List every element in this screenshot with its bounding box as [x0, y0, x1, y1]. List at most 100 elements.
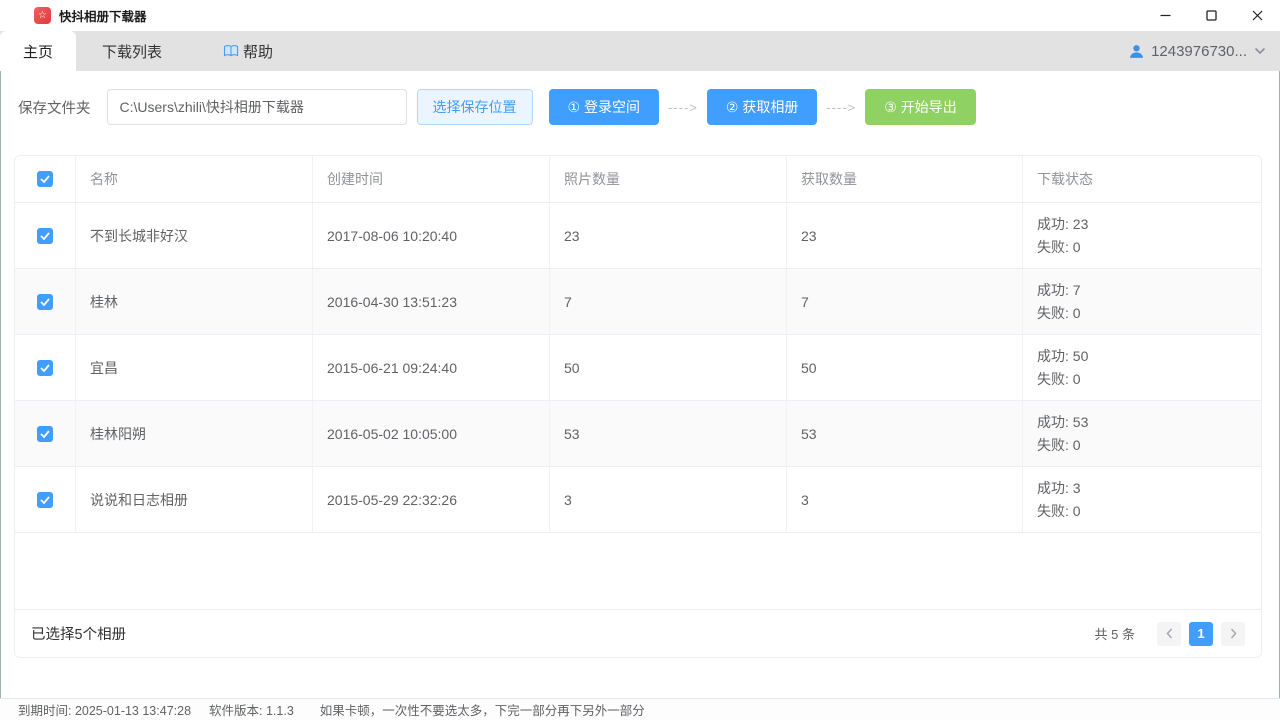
- tab-download-list-label: 下载列表: [102, 41, 162, 62]
- status-fail-text: 失败: 0: [1037, 435, 1081, 455]
- user-id-text: 1243976730...: [1151, 43, 1247, 60]
- table-empty-area: [15, 533, 1261, 609]
- book-icon: [223, 44, 239, 58]
- chevron-down-icon: [1254, 47, 1266, 55]
- status-success-text: 成功: 7: [1037, 280, 1081, 300]
- table-row: 桂林阳朔 2016-05-02 10:05:00 53 53 成功: 53 失败…: [15, 401, 1261, 467]
- table-row: 说说和日志相册 2015-05-29 22:32:26 3 3 成功: 3 失败…: [15, 467, 1261, 533]
- download-status-cell: 成功: 53 失败: 0: [1023, 401, 1261, 466]
- row-checkbox-cell: [15, 269, 76, 334]
- created-time-cell: 2016-04-30 13:51:23: [313, 269, 550, 334]
- user-account-dropdown[interactable]: 1243976730...: [1129, 31, 1266, 71]
- login-space-button[interactable]: ① 登录空间: [549, 89, 659, 125]
- pagination: 共 5 条 1: [1095, 622, 1245, 646]
- table-row: 不到长城非好汉 2017-08-06 10:20:40 23 23 成功: 23…: [15, 203, 1261, 269]
- tab-home-label: 主页: [23, 41, 53, 62]
- status-bar: 到期时间: 2025-01-13 13:47:28 软件版本: 1.1.3 如果…: [0, 698, 1280, 720]
- column-header-name: 名称: [76, 156, 313, 202]
- fetched-count-cell: 50: [787, 335, 1023, 400]
- row-checkbox[interactable]: [37, 492, 53, 508]
- minimize-icon: [1160, 10, 1171, 21]
- created-time-cell: 2017-08-06 10:20:40: [313, 203, 550, 268]
- window-title: 快抖相册下载器: [59, 6, 147, 25]
- check-icon: [40, 430, 50, 438]
- select-all-cell: [15, 156, 76, 202]
- maximize-button[interactable]: [1188, 0, 1234, 31]
- photo-count-cell: 3: [550, 467, 787, 532]
- status-success-text: 成功: 53: [1037, 412, 1088, 432]
- chevron-right-icon: [1230, 628, 1237, 639]
- row-checkbox[interactable]: [37, 294, 53, 310]
- table-row: 宜昌 2015-06-21 09:24:40 50 50 成功: 50 失败: …: [15, 335, 1261, 401]
- tab-download-list[interactable]: 下载列表: [76, 31, 188, 71]
- created-time-cell: 2016-05-02 10:05:00: [313, 401, 550, 466]
- check-icon: [40, 298, 50, 306]
- album-name-cell: 桂林: [76, 269, 313, 334]
- row-checkbox[interactable]: [37, 360, 53, 376]
- toolbar: 保存文件夹 选择保存位置 ① 登录空间 ----> ② 获取相册 ----> ③…: [18, 89, 1262, 125]
- tab-home[interactable]: 主页: [0, 31, 76, 71]
- status-success-text: 成功: 23: [1037, 214, 1088, 234]
- row-checkbox[interactable]: [37, 228, 53, 244]
- window-controls: [1142, 0, 1280, 31]
- start-export-button[interactable]: ③ 开始导出: [865, 89, 975, 125]
- row-checkbox-cell: [15, 467, 76, 532]
- album-name-cell: 宜昌: [76, 335, 313, 400]
- photo-count-cell: 50: [550, 335, 787, 400]
- version-text: 软件版本: 1.1.3: [209, 700, 294, 719]
- save-folder-label: 保存文件夹: [18, 97, 91, 118]
- row-checkbox[interactable]: [37, 426, 53, 442]
- app-icon: ☆: [34, 7, 51, 24]
- download-status-cell: 成功: 23 失败: 0: [1023, 203, 1261, 268]
- tab-help-label: 帮助: [243, 41, 273, 62]
- chevron-left-icon: [1166, 628, 1173, 639]
- column-header-status: 下载状态: [1023, 156, 1261, 202]
- fetched-count-cell: 3: [787, 467, 1023, 532]
- selection-count-text: 已选择5个相册: [31, 623, 126, 644]
- table-header-row: 名称 创建时间 照片数量 获取数量 下载状态: [15, 156, 1261, 203]
- column-header-fetched: 获取数量: [787, 156, 1023, 202]
- album-name-cell: 不到长城非好汉: [76, 203, 313, 268]
- tab-help[interactable]: 帮助: [188, 31, 308, 71]
- status-fail-text: 失败: 0: [1037, 369, 1081, 389]
- status-fail-text: 失败: 0: [1037, 237, 1081, 257]
- close-button[interactable]: [1234, 0, 1280, 31]
- maximize-icon: [1206, 10, 1217, 21]
- close-icon: [1252, 10, 1263, 21]
- save-folder-input[interactable]: [107, 89, 407, 125]
- fetched-count-cell: 23: [787, 203, 1023, 268]
- created-time-cell: 2015-06-21 09:24:40: [313, 335, 550, 400]
- check-icon: [40, 496, 50, 504]
- status-fail-text: 失败: 0: [1037, 303, 1081, 323]
- photo-count-cell: 23: [550, 203, 787, 268]
- tab-bar: 主页 下载列表 帮助 1243976730...: [0, 31, 1280, 71]
- fetched-count-cell: 7: [787, 269, 1023, 334]
- total-count-text: 共 5 条: [1095, 624, 1135, 643]
- choose-save-location-button[interactable]: 选择保存位置: [417, 89, 533, 125]
- select-all-checkbox[interactable]: [37, 171, 53, 187]
- user-icon: [1129, 44, 1144, 59]
- status-fail-text: 失败: 0: [1037, 501, 1081, 521]
- check-icon: [40, 175, 50, 183]
- hint-text: 如果卡顿，一次性不要选太多，下完一部分再下另外一部分: [320, 700, 645, 719]
- photo-count-cell: 7: [550, 269, 787, 334]
- flow-arrow-1: ---->: [668, 100, 698, 115]
- column-header-photos: 照片数量: [550, 156, 787, 202]
- photo-count-cell: 53: [550, 401, 787, 466]
- albums-table-card: 名称 创建时间 照片数量 获取数量 下载状态 不到长城非好汉 2017-08-0…: [14, 155, 1262, 658]
- page-number-button[interactable]: 1: [1189, 622, 1213, 646]
- next-page-button[interactable]: [1221, 622, 1245, 646]
- flow-arrow-2: ---->: [826, 100, 856, 115]
- title-bar: ☆ 快抖相册下载器: [0, 0, 1280, 31]
- row-checkbox-cell: [15, 401, 76, 466]
- expire-time-text: 到期时间: 2025-01-13 13:47:28: [18, 700, 191, 719]
- fetched-count-cell: 53: [787, 401, 1023, 466]
- download-status-cell: 成功: 50 失败: 0: [1023, 335, 1261, 400]
- prev-page-button[interactable]: [1157, 622, 1181, 646]
- table-footer: 已选择5个相册 共 5 条 1: [15, 609, 1261, 657]
- row-checkbox-cell: [15, 203, 76, 268]
- check-icon: [40, 364, 50, 372]
- row-checkbox-cell: [15, 335, 76, 400]
- minimize-button[interactable]: [1142, 0, 1188, 31]
- fetch-albums-button[interactable]: ② 获取相册: [707, 89, 817, 125]
